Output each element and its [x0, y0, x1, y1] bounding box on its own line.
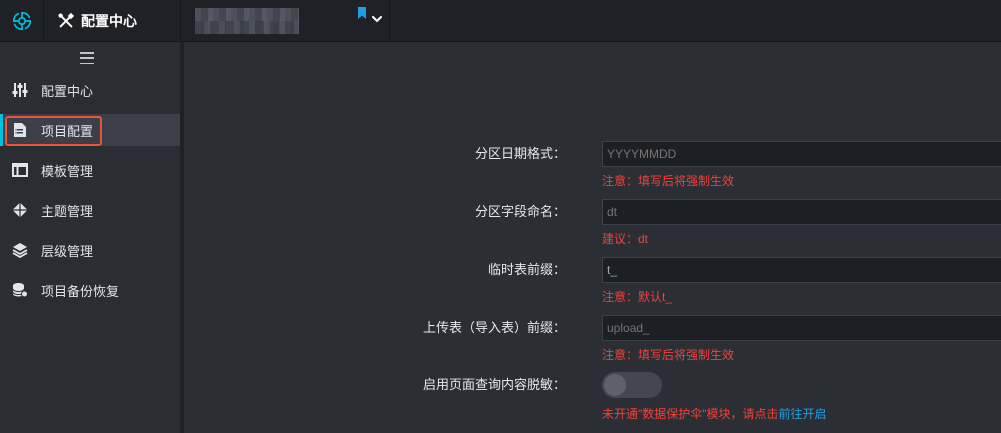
sidebar-item-project-config[interactable]: 项目配置 — [0, 114, 180, 146]
sidebar-item-theme-mgmt[interactable]: 主题管理 — [0, 194, 180, 226]
partition-date-format-hint: 注意：填写后将强制生效 — [602, 174, 735, 188]
main-content: 分区日期格式： 注意：填写后将强制生效 分区字段命名： 建议：dt 临时表前缀：… — [184, 42, 1001, 433]
partition-field-name-label: 分区字段命名： — [474, 204, 566, 219]
sidebar-item-label: 项目备份恢复 — [41, 283, 120, 299]
temp-table-prefix-input[interactable] — [602, 257, 1001, 283]
chevron-down-icon[interactable] — [371, 13, 383, 25]
sidebar-item-label: 层级管理 — [41, 243, 94, 259]
logo[interactable] — [0, 0, 44, 42]
layers-icon — [12, 243, 28, 258]
sidebar-item-label: 配置中心 — [41, 83, 94, 99]
toggle-knob — [604, 374, 626, 396]
app-switcher[interactable]: 配置中心 — [45, 0, 181, 42]
partition-field-name-input[interactable] — [602, 199, 1001, 225]
sidebar-item-label: 项目配置 — [41, 123, 94, 139]
template-icon — [12, 163, 28, 177]
logo-icon — [12, 11, 31, 31]
top-bar: 配置中心 — [0, 0, 1001, 42]
temp-table-prefix-hint: 注意：默认t_ — [602, 290, 673, 304]
sidebar-item-template-mgmt[interactable]: 模板管理 — [0, 154, 180, 186]
sidebar-item-level-mgmt[interactable]: 层级管理 — [0, 234, 180, 266]
bookmark-icon[interactable] — [357, 7, 367, 19]
sidebar-item-backup-restore[interactable]: 项目备份恢复 — [0, 274, 180, 306]
hamburger-icon[interactable] — [80, 52, 94, 64]
desensitize-toggle[interactable] — [602, 372, 662, 398]
sliders-icon — [12, 83, 28, 97]
database-icon — [12, 283, 28, 298]
sidebar: 配置中心 项目配置 模板管理 主题管理 层级管理 项目备份恢复 — [0, 42, 180, 433]
enable-module-link[interactable]: 前往开启 — [779, 407, 827, 421]
app-title: 配置中心 — [81, 13, 137, 29]
partition-date-format-input[interactable] — [602, 141, 1001, 167]
upload-table-prefix-input[interactable] — [602, 315, 1001, 341]
upload-table-prefix-label: 上传表（导入表）前缀： — [422, 320, 566, 335]
sidebar-item-label: 模板管理 — [41, 163, 94, 179]
desensitize-hint: 未开通"数据保护伞"模块，请点击前往开启 — [602, 405, 827, 422]
document-icon — [14, 123, 26, 137]
upload-table-prefix-hint: 注意：填写后将强制生效 — [602, 348, 735, 362]
project-name-redacted — [195, 8, 299, 34]
desensitize-label: 启用页面查询内容脱敏： — [422, 377, 566, 392]
tools-icon — [58, 12, 75, 28]
temp-table-prefix-label: 临时表前缀： — [487, 262, 566, 277]
desensitize-hint-text: 未开通"数据保护伞"模块，请点击 — [602, 407, 779, 421]
sidebar-item-config-center[interactable]: 配置中心 — [0, 74, 180, 106]
diamond-icon — [12, 202, 28, 218]
partition-date-format-label: 分区日期格式： — [474, 146, 566, 161]
partition-field-name-hint: 建议：dt — [602, 232, 649, 246]
project-selector[interactable] — [181, 0, 390, 42]
sidebar-item-label: 主题管理 — [41, 203, 94, 219]
